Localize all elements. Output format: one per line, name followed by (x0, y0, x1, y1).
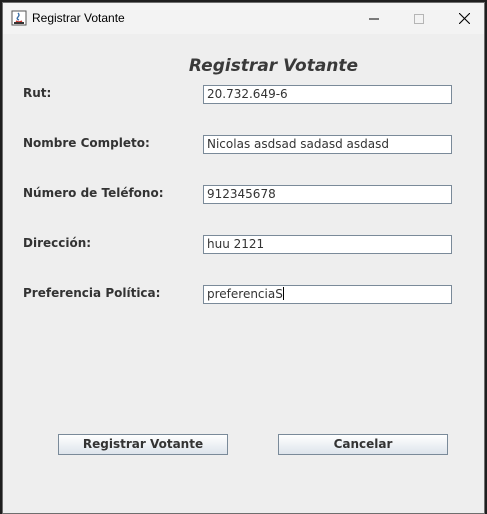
register-voter-button[interactable]: Registrar Votante (58, 434, 228, 455)
title-bar[interactable]: Registrar Votante (3, 3, 484, 34)
register-voter-window: Registrar Votante Registrar Votante Rut:… (2, 2, 485, 514)
rut-label: Rut: (23, 86, 52, 100)
phone-label: Número de Teléfono: (23, 186, 164, 200)
minimize-icon (369, 18, 379, 19)
full-name-field[interactable]: Nicolas asdsad sadasd asdasd (203, 135, 452, 154)
cancel-button[interactable]: Cancelar (278, 434, 448, 455)
window-title: Registrar Votante (32, 11, 125, 25)
form-title: Registrar Votante (188, 56, 359, 76)
close-icon (458, 13, 470, 24)
phone-field[interactable]: 912345678 (203, 185, 452, 204)
political-preference-field[interactable]: preferenciaS (203, 285, 452, 304)
full-name-label: Nombre Completo: (23, 136, 150, 150)
political-preference-label: Preferencia Política: (23, 286, 161, 300)
java-icon (11, 10, 27, 26)
minimize-button[interactable] (351, 3, 397, 34)
rut-field[interactable]: 20.732.649-6 (203, 85, 452, 104)
maximize-button[interactable] (396, 3, 442, 34)
political-preference-value: preferenciaS (207, 287, 283, 301)
address-label: Dirección: (23, 236, 92, 250)
close-button[interactable] (441, 3, 484, 34)
text-caret (282, 287, 284, 300)
address-field[interactable]: huu 2121 (203, 235, 452, 254)
maximize-icon (414, 13, 424, 24)
